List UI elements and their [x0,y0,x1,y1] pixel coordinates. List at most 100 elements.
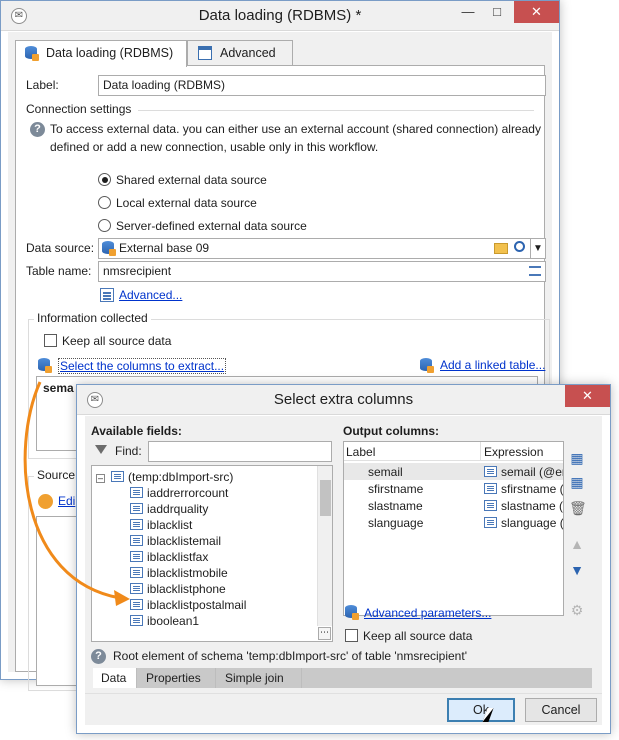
row-expression-text: slastname (@ [501,499,564,513]
table-row[interactable]: sfirstname sfirstname ( [344,480,563,497]
table-row[interactable]: slastname slastname (@ [344,497,563,514]
folder-icon[interactable] [494,243,508,254]
move-down-icon[interactable]: ▼ [569,562,585,578]
extra-window-title: Select extra columns [273,391,414,408]
field-icon [130,535,143,546]
column-separator [480,442,481,461]
tree-scrollbar[interactable] [317,466,332,626]
calendar-icon [198,46,212,60]
tab-advanced-label: Advanced [220,46,276,60]
tab-data[interactable]: Data [93,668,137,688]
row-expression: slastname (@ [484,499,564,513]
field-icon [130,487,143,498]
chevron-down-icon[interactable]: ▼ [530,239,545,258]
advanced-settings-icon [100,288,114,302]
radio-local-source[interactable] [98,196,111,209]
available-fields-tree[interactable]: – (temp:dbImport-src) iaddrerrorcount iad… [91,465,333,642]
cancel-button[interactable]: Cancel [525,698,597,722]
filter-icon [95,445,107,454]
field-icon [484,500,497,511]
tree-root-item[interactable]: – (temp:dbImport-src) [96,469,233,485]
list-item[interactable]: iblacklistemail [130,533,221,549]
col-label-header: Label [346,445,376,459]
list-item[interactable]: iblacklistfax [130,549,208,565]
list-item[interactable]: iaddrquality [130,501,208,517]
tab-simple-join[interactable]: Simple join [217,668,302,688]
field-icon [130,567,143,578]
label-caption: Label: [26,78,59,92]
radio-server-source[interactable] [98,219,111,232]
tab-data-loading-label: Data loading (RDBMS) [46,46,174,60]
row-expression: slanguage (@ [484,516,564,530]
list-item[interactable]: iboolean1 [130,613,199,629]
linked-table-icon [420,358,434,374]
output-keep-source-checkbox[interactable] [345,629,358,642]
keep-source-label: Keep all source data [62,334,172,348]
field-label: iblacklist [147,518,193,532]
advanced-parameters-link[interactable]: Advanced parameters... [364,606,491,620]
help-text-line1: To access external data. you can either … [50,122,541,136]
tree-root-label: (temp:dbImport-src) [128,470,234,484]
table-row[interactable]: slanguage slanguage (@ [344,514,563,531]
connection-settings-heading: Connection settings [26,102,132,116]
source-heading: Source [34,468,79,482]
status-help-icon: ? [91,649,106,664]
status-text: Root element of schema 'temp:dbImport-sr… [113,649,467,663]
schema-icon [111,471,124,482]
output-columns-label: Output columns: [343,424,439,438]
list-item[interactable]: iblacklistmobile [130,565,228,581]
field-label: iblacklistmobile [147,566,228,580]
field-label: iboolean1 [147,614,200,628]
label-input[interactable]: Data loading (RDBMS) [98,75,546,96]
scroll-thumb[interactable] [320,480,331,516]
maximize-button[interactable]: □ [483,1,511,23]
field-label: iblacklistphone [147,582,226,596]
help-icon: ? [30,122,45,137]
help-text-line2-tail: workflow. [328,140,379,154]
close-button[interactable]: ✕ [514,1,559,23]
search-icon[interactable] [514,241,525,252]
advanced-link[interactable]: Advanced... [119,288,182,302]
tab-properties[interactable]: Properties [138,668,216,688]
list-icon[interactable] [529,266,541,276]
data-source-label: Data source: [26,241,95,255]
tab-advanced[interactable]: Advanced [187,40,293,66]
row-expression-text: slanguage (@ [501,516,564,530]
output-columns-grid[interactable]: Label Expression semail semail (@en sfir… [343,441,564,616]
extra-titlebar: ✉ Select extra columns ✕ [77,385,610,415]
table-row[interactable]: semail semail (@en [344,463,563,480]
row-expression: sfirstname ( [484,482,563,496]
add-column-icon[interactable]: ▦ [569,450,585,466]
radio-shared-source[interactable] [98,173,111,186]
radio-shared-source-label: Shared external data source [116,173,267,187]
settings-icon[interactable]: ⚙ [569,602,585,618]
minimize-button[interactable]: — [454,1,482,23]
keep-source-checkbox[interactable] [44,334,57,347]
select-columns-link[interactable]: Select the columns to extract... [58,358,227,374]
row-label: semail [368,465,403,479]
radio-server-source-label: Server-defined external data source [116,219,307,233]
add-linked-table-link[interactable]: Add a linked table... [440,358,545,372]
add-expression-icon[interactable]: ▦ [569,474,585,490]
table-name-input[interactable]: nmsrecipient [98,261,546,282]
delete-icon[interactable]: 🗑 [569,500,587,516]
data-source-field[interactable]: External base 09 [98,238,546,259]
list-item[interactable]: iblacklist [130,517,192,533]
field-icon [130,551,143,562]
more-icon[interactable]: ⋯ [318,627,331,640]
field-icon [130,615,143,626]
find-input[interactable] [148,441,332,462]
main-titlebar: ✉ Data loading (RDBMS) * — □ ✕ [1,1,559,31]
connection-settings-separator [138,110,534,111]
move-up-icon[interactable]: ▲ [569,536,585,552]
extra-close-button[interactable]: ✕ [565,385,610,407]
list-item[interactable]: iaddrerrorcount [130,485,228,501]
edit-link[interactable]: Edi [58,494,75,508]
list-item[interactable]: iblacklistphone [130,581,226,597]
field-icon [130,503,143,514]
list-item[interactable]: iblacklistpostalmail [130,597,246,613]
tab-data-loading[interactable]: Data loading (RDBMS) [15,40,187,67]
collapse-icon[interactable]: – [96,474,105,483]
help-text-line2: defined or add a new connection, usable … [50,140,378,154]
ok-button[interactable]: Ok [447,698,515,722]
